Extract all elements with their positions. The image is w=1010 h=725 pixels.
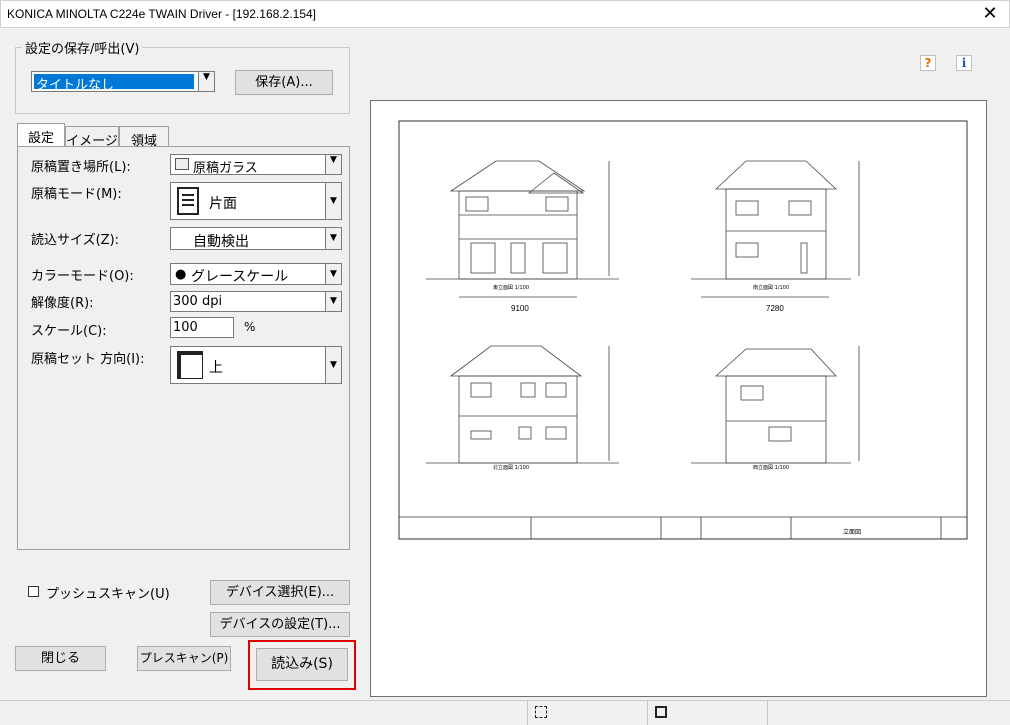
- orientation-select[interactable]: 上 ▼: [170, 346, 342, 384]
- mode-label: 原稿モード(M):: [31, 187, 122, 202]
- document-icon: [177, 187, 199, 215]
- orientation-icon: [177, 351, 203, 379]
- status-cell-area: [527, 701, 647, 725]
- chevron-down-icon[interactable]: ▼: [198, 72, 214, 91]
- status-bar: [0, 700, 1010, 725]
- dimension-7280: 7280: [766, 304, 784, 313]
- view-title-1: 東立面図 1/100: [493, 284, 529, 291]
- scale-input[interactable]: 100: [170, 317, 234, 338]
- tab-settings[interactable]: 設定: [17, 123, 65, 147]
- status-cell-empty: [767, 701, 1010, 725]
- resolution-value: 300 dpi: [173, 294, 223, 309]
- chevron-down-icon[interactable]: ▼: [325, 183, 341, 219]
- close-window-icon[interactable]: ✕: [975, 3, 1005, 25]
- size-label: 読込サイズ(Z):: [31, 233, 120, 248]
- close-button[interactable]: 閉じる: [15, 646, 106, 671]
- help-icon[interactable]: ?: [920, 55, 936, 71]
- color-value: グレースケール: [191, 269, 289, 285]
- info-icon[interactable]: i: [956, 55, 972, 71]
- title-bar: KONICA MINOLTA C224e TWAIN Driver - [192…: [0, 0, 1010, 28]
- view-title-3: 北立面図 1/100: [493, 464, 529, 471]
- orientation-label: 原稿セット 方向(I):: [31, 352, 145, 367]
- push-scan-checkbox[interactable]: [28, 586, 39, 597]
- chevron-down-icon[interactable]: ▼: [325, 155, 341, 174]
- dimension-9100: 9100: [511, 304, 529, 313]
- window-title: KONICA MINOLTA C224e TWAIN Driver - [192…: [7, 7, 317, 21]
- tab-area[interactable]: 領域: [119, 126, 169, 149]
- tab-image[interactable]: イメージ: [65, 126, 119, 149]
- scale-value: 100: [173, 320, 198, 335]
- preset-select[interactable]: タイトルなし ▼: [31, 71, 215, 93]
- size-value: 自動検出: [193, 234, 249, 250]
- resolution-label: 解像度(R):: [31, 296, 94, 311]
- chevron-down-icon[interactable]: ▼: [325, 347, 341, 383]
- push-scan-label: プッシュスキャン(U): [46, 587, 170, 602]
- settings-group-legend: 設定の保存/呼出(V): [22, 38, 143, 57]
- chevron-down-icon[interactable]: ▼: [325, 264, 341, 284]
- crop-icon[interactable]: [655, 706, 667, 718]
- title-block-name: 立面図: [843, 528, 861, 536]
- view-title-2: 南立面図 1/100: [753, 284, 789, 291]
- device-select-button[interactable]: デバイス選択(E)...: [210, 580, 350, 605]
- mode-select[interactable]: 片面 ▼: [170, 182, 342, 220]
- prescan-button[interactable]: プレスキャン(P): [137, 646, 231, 671]
- device-settings-button[interactable]: デバイスの設定(T)...: [210, 612, 350, 637]
- location-label: 原稿置き場所(L):: [31, 160, 131, 175]
- color-label: カラーモード(O):: [31, 269, 134, 284]
- location-select[interactable]: 原稿ガラス ▼: [170, 154, 342, 176]
- mode-value: 片面: [209, 196, 237, 212]
- color-select[interactable]: ● グレースケール ▼: [170, 263, 342, 285]
- chevron-down-icon[interactable]: ▼: [325, 228, 341, 249]
- select-area-icon[interactable]: [535, 706, 547, 718]
- resolution-select[interactable]: 300 dpi ▼: [170, 291, 342, 312]
- scale-label: スケール(C):: [31, 324, 107, 339]
- orientation-value: 上: [209, 360, 223, 376]
- chevron-down-icon[interactable]: ▼: [325, 292, 341, 311]
- view-title-4: 西立面図 1/100: [753, 464, 789, 471]
- size-select[interactable]: 自動検出 ▼: [170, 227, 342, 250]
- preset-value: タイトルなし: [34, 74, 194, 93]
- location-value: 原稿ガラス: [193, 161, 258, 176]
- scan-button[interactable]: 読込み(S): [256, 648, 348, 681]
- scale-unit: %: [244, 320, 256, 334]
- status-cell-crop: [647, 701, 767, 725]
- preview-area[interactable]: 9100 7280 東立面図 1/100 南立面図 1/100 北立面図 1/1…: [370, 100, 987, 697]
- save-button[interactable]: 保存(A)...: [235, 70, 333, 95]
- scan-preview-image: 9100 7280 東立面図 1/100 南立面図 1/100 北立面図 1/1…: [398, 120, 968, 540]
- glass-icon: [175, 158, 189, 170]
- color-circles-icon: ●: [175, 267, 187, 282]
